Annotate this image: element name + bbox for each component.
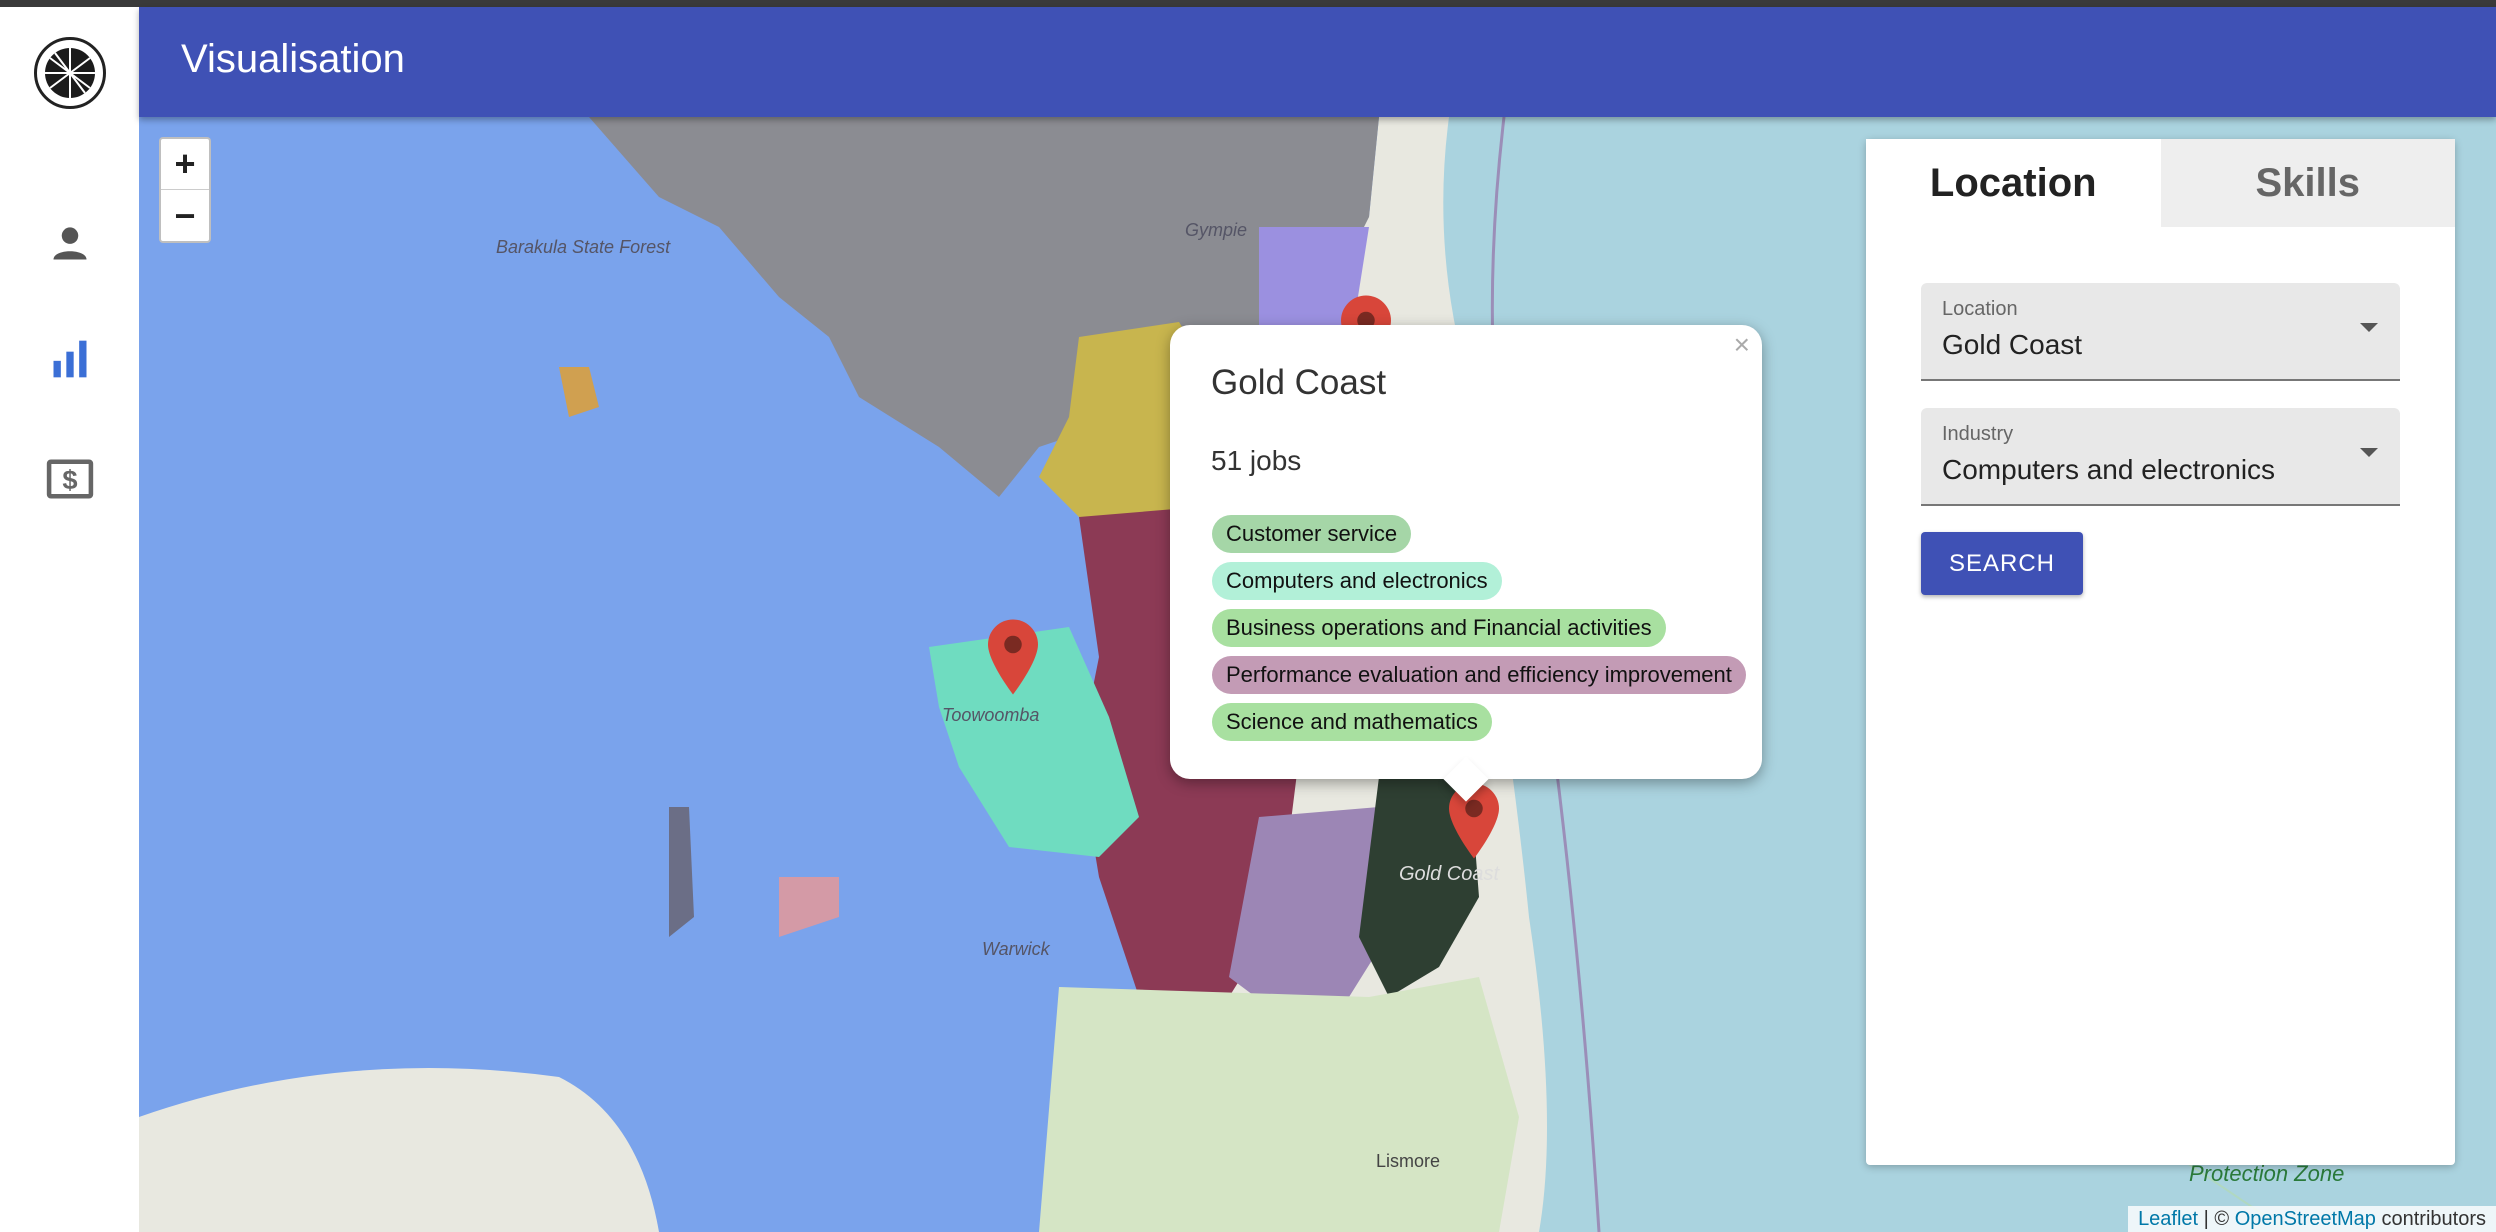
location-select-value: Gold Coast (1942, 329, 2083, 360)
map-marker-toowoomba[interactable] (983, 617, 1043, 697)
location-select-label: Location (1942, 298, 2018, 320)
industry-select-value: Computers and electronics (1942, 454, 2276, 485)
attribution-separator: | © (2198, 1208, 2235, 1230)
bar-chart-icon[interactable] (44, 333, 96, 385)
industry-select[interactable]: Industry Computers and electronics (1921, 408, 2400, 506)
popup-title: Gold Coast (1211, 363, 1387, 402)
map-attribution: Leaflet | © OpenStreetMap contributors (2128, 1206, 2496, 1232)
chevron-down-icon (2360, 448, 2378, 457)
person-icon[interactable] (44, 217, 96, 269)
map-label-barakula: Barakula State Forest (496, 237, 671, 257)
search-panel: Location Skills Location Gold Coast Indu… (1866, 139, 2455, 1165)
zoom-out-button[interactable]: − (161, 190, 209, 241)
panel-tabs: Location Skills (1866, 139, 2455, 227)
app-header: Visualisation (139, 7, 2496, 117)
popup-job-count: 51 jobs (1211, 445, 1302, 476)
chevron-down-icon (2360, 323, 2378, 332)
leaflet-link[interactable]: Leaflet (2138, 1208, 2198, 1230)
osm-link[interactable]: OpenStreetMap (2235, 1208, 2376, 1230)
sidebar: $ (0, 7, 139, 1232)
zoom-control: + − (159, 137, 211, 243)
location-popup: × Gold Coast 51 jobs Customer service Co… (1170, 325, 1762, 802)
skill-chip: Performance evaluation and efficiency im… (1212, 656, 1746, 694)
tab-skills[interactable]: Skills (2160, 139, 2455, 227)
search-button[interactable]: SEARCH (1921, 532, 2083, 595)
popup-close-button[interactable]: × (1734, 329, 1750, 361)
dollar-icon[interactable]: $ (44, 453, 96, 505)
skill-chip: Computers and electronics (1212, 562, 1502, 600)
map-label-warwick: Warwick (982, 939, 1050, 959)
map-label-gold-coast: Gold Coast (1399, 863, 1500, 885)
skill-chip: Customer service (1212, 515, 1412, 553)
map-label-lismore: Lismore (1376, 1151, 1441, 1171)
attribution-suffix: contributors (2375, 1208, 2486, 1230)
svg-text:$: $ (62, 464, 77, 495)
industry-select-label: Industry (1942, 423, 2014, 445)
skill-chip: Science and mathematics (1212, 703, 1492, 741)
location-select[interactable]: Location Gold Coast (1921, 283, 2400, 381)
skill-chip-list: Customer service Computers and electroni… (1212, 515, 1746, 750)
page-title: Visualisation (181, 37, 405, 81)
zoom-in-button[interactable]: + (161, 139, 209, 190)
map-label-toowoomba: Toowoomba (942, 705, 1040, 725)
tab-location[interactable]: Location (1866, 139, 2161, 227)
skill-chip: Business operations and Financial activi… (1212, 609, 1666, 647)
window-top-border (0, 0, 2496, 7)
logo[interactable] (34, 37, 106, 109)
map-label-gympie: Gympie (1185, 220, 1248, 240)
